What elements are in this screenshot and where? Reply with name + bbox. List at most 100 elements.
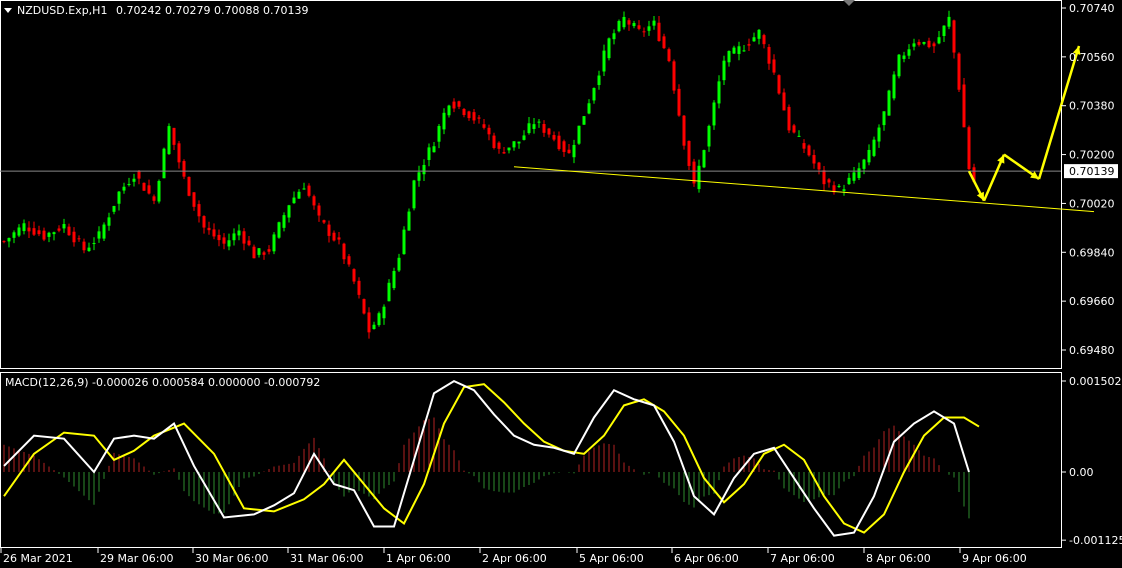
candle-body bbox=[787, 106, 791, 131]
candle-body bbox=[152, 196, 156, 201]
time-tick-label: 2 Apr 06:00 bbox=[482, 552, 547, 565]
candle-body bbox=[622, 16, 626, 28]
candle-body bbox=[527, 123, 531, 134]
price-tick-label: 0.69480 bbox=[1069, 344, 1115, 357]
candle-body bbox=[477, 117, 481, 119]
candle-body bbox=[637, 25, 641, 29]
candle-body bbox=[492, 135, 496, 148]
candle-body bbox=[797, 135, 801, 137]
candle-body bbox=[552, 135, 556, 140]
candle-body bbox=[852, 172, 856, 181]
candle-body bbox=[442, 112, 446, 130]
candle-body bbox=[522, 135, 526, 140]
candle-body bbox=[47, 232, 51, 237]
candle-body bbox=[872, 139, 876, 156]
candle-body bbox=[557, 135, 561, 150]
candle-body bbox=[542, 124, 546, 133]
candle-body bbox=[687, 140, 691, 166]
candle-body bbox=[17, 227, 21, 236]
candle-body bbox=[717, 81, 721, 104]
candle-body bbox=[792, 125, 796, 133]
candle-body bbox=[267, 249, 271, 252]
candle-body bbox=[282, 215, 286, 228]
candle-body bbox=[27, 227, 31, 232]
candle-body bbox=[292, 197, 296, 204]
candle-body bbox=[307, 185, 311, 196]
macd-header: MACD(12,26,9) -0.000026 0.000584 0.00000… bbox=[5, 376, 320, 389]
candle-body bbox=[732, 47, 736, 54]
candle-body bbox=[867, 149, 871, 163]
candle-body bbox=[567, 149, 571, 154]
candle-body bbox=[782, 92, 786, 111]
candle-body bbox=[482, 124, 486, 128]
candle-body bbox=[917, 41, 921, 45]
candle-body bbox=[932, 43, 936, 47]
candle-body bbox=[167, 126, 171, 155]
candle-body bbox=[22, 223, 26, 232]
candle-body bbox=[322, 220, 326, 223]
candle-body bbox=[827, 179, 831, 183]
candle-body bbox=[247, 240, 251, 246]
candle-body bbox=[372, 324, 376, 330]
candle-body bbox=[97, 231, 101, 239]
candle-body bbox=[312, 196, 316, 206]
candle-body bbox=[817, 162, 821, 170]
candle-body bbox=[217, 234, 221, 241]
time-tick-label: 26 Mar 2021 bbox=[3, 552, 73, 565]
candle-body bbox=[352, 269, 356, 282]
time-tick-label: 7 Apr 06:00 bbox=[770, 552, 835, 565]
candle-body bbox=[672, 61, 676, 91]
candle-body bbox=[747, 44, 751, 46]
candle-body bbox=[277, 222, 281, 238]
candle-body bbox=[387, 282, 391, 302]
candle-body bbox=[532, 124, 536, 129]
candle-body bbox=[562, 141, 566, 152]
candle-body bbox=[302, 188, 306, 190]
current-price-text: 0.70139 bbox=[1069, 165, 1115, 178]
candle-body bbox=[367, 312, 371, 333]
candle-body bbox=[212, 229, 216, 237]
candle-body bbox=[962, 84, 966, 128]
macd-tick-label: 0.001502 bbox=[1069, 375, 1122, 388]
candle-body bbox=[892, 74, 896, 99]
candle-body bbox=[32, 228, 36, 235]
candle-body bbox=[52, 232, 56, 235]
candle-body bbox=[327, 224, 331, 236]
candle-body bbox=[502, 152, 506, 154]
candle-body bbox=[362, 299, 366, 314]
candle-body bbox=[457, 101, 461, 107]
candle-body bbox=[702, 150, 706, 168]
candle-body bbox=[647, 26, 651, 31]
candle-body bbox=[727, 50, 731, 63]
candle-body bbox=[452, 101, 456, 109]
time-tick-label: 6 Apr 06:00 bbox=[674, 552, 739, 565]
candle-body bbox=[612, 33, 616, 40]
candle-body bbox=[707, 125, 711, 147]
candle-body bbox=[602, 50, 606, 72]
candle-body bbox=[287, 205, 291, 218]
candle-body bbox=[237, 230, 241, 236]
candle-body bbox=[627, 20, 631, 25]
candle-body bbox=[837, 185, 841, 187]
candle-body bbox=[172, 127, 176, 145]
candle-body bbox=[162, 148, 166, 179]
candle-body bbox=[667, 49, 671, 62]
candle-body bbox=[512, 141, 516, 148]
candle-body bbox=[112, 205, 116, 212]
candle-body bbox=[147, 185, 151, 194]
candle-body bbox=[722, 60, 726, 81]
candle-body bbox=[332, 232, 336, 241]
candle-body bbox=[652, 20, 656, 26]
candle-body bbox=[472, 112, 476, 121]
candle-body bbox=[382, 306, 386, 319]
candle-body bbox=[947, 16, 951, 27]
candle-body bbox=[897, 54, 901, 77]
candle-body bbox=[317, 205, 321, 216]
chart-window[interactable]: 0.70740 0.70560 0.70380 0.70200 0.70020 0.698… bbox=[0, 0, 1122, 568]
candle-body bbox=[822, 170, 826, 185]
candle-body bbox=[922, 41, 926, 44]
candle-body bbox=[397, 257, 401, 271]
candle-body bbox=[137, 171, 141, 179]
candle-body bbox=[572, 144, 576, 158]
candle-body bbox=[432, 146, 436, 153]
